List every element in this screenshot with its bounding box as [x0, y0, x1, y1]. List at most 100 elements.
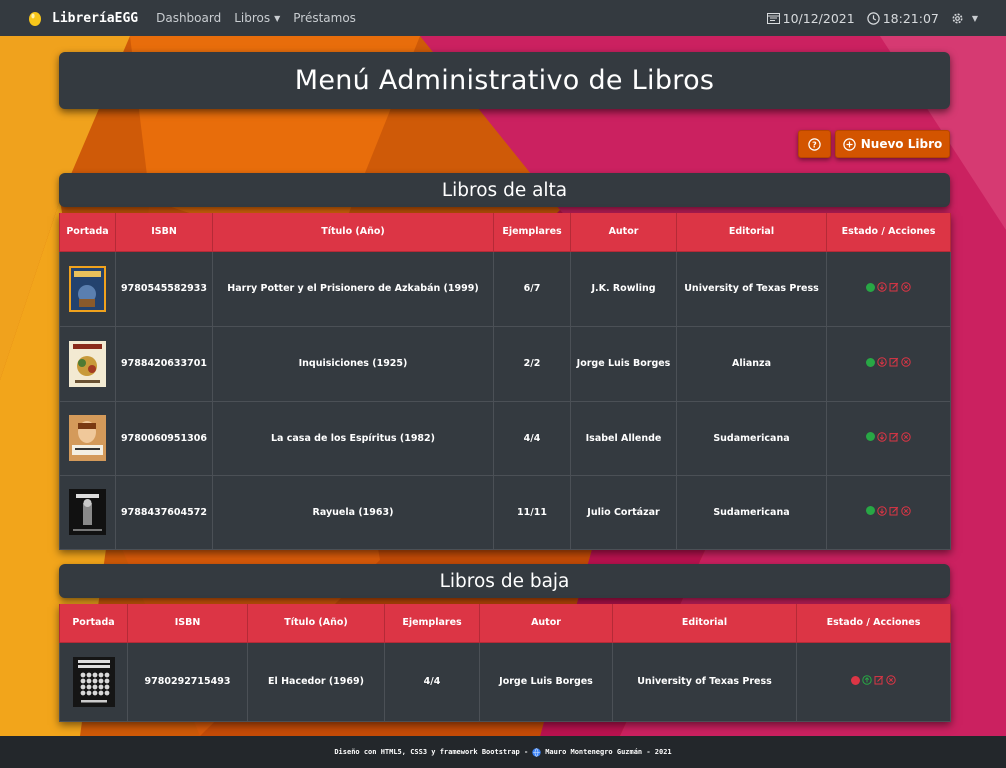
help-button[interactable]: ?	[798, 130, 831, 158]
book-cover-image[interactable]	[69, 340, 106, 387]
edit-icon[interactable]	[889, 357, 899, 367]
arrow-down-circle-icon[interactable]	[877, 357, 887, 367]
caret-down-icon: ▼	[971, 13, 978, 23]
column-header[interactable]: Portada	[59, 604, 128, 643]
table-header-row: Portada ISBN Título (Año) Ejemplares Aut…	[59, 213, 951, 252]
column-header[interactable]: Estado / Acciones	[796, 604, 951, 643]
isbn-cell: 9780545582933	[115, 250, 213, 327]
title-cell: La casa de los Espíritus (1982)	[212, 400, 494, 476]
date-display: 10/12/2021	[766, 10, 855, 26]
nav-item-dashboard[interactable]: Dashboard	[156, 11, 221, 25]
column-header[interactable]: Autor	[479, 604, 613, 643]
copies-cell: 2/2	[493, 325, 571, 402]
footer-author-text: Mauro Montenegro Guzmán - 2021	[545, 748, 672, 756]
books-active-table: Portada ISBN Título (Año) Ejemplares Aut…	[59, 213, 951, 550]
page-title: Menú Administrativo de Libros	[294, 65, 715, 96]
settings-dropdown[interactable]: ▼	[951, 12, 978, 25]
column-header[interactable]: Ejemplares	[384, 604, 480, 643]
column-header[interactable]: Autor	[570, 213, 677, 252]
title-cell: Rayuela (1963)	[212, 474, 494, 550]
column-header[interactable]: Ejemplares	[493, 213, 571, 252]
book-cover-image[interactable]	[69, 415, 106, 461]
isbn-cell: 9780060951306	[115, 400, 213, 476]
edit-icon[interactable]	[889, 506, 899, 516]
brand-name: LibreríaEGG	[52, 10, 139, 26]
section-heading-alta: Libros de alta	[59, 173, 950, 207]
egg-logo-icon	[29, 12, 41, 26]
column-header[interactable]: Estado / Acciones	[826, 213, 951, 252]
isbn-cell: 9788437604572	[115, 474, 213, 550]
delete-x-icon[interactable]	[901, 357, 911, 367]
time-display: 18:21:07	[867, 11, 939, 26]
book-cover-image[interactable]	[69, 265, 106, 312]
cover-cell	[59, 641, 128, 722]
delete-x-icon[interactable]	[901, 506, 911, 516]
caret-down-icon: ▼	[274, 13, 281, 23]
arrow-down-circle-icon[interactable]	[877, 282, 887, 292]
svg-text:?: ?	[812, 140, 817, 149]
new-book-button[interactable]: Nuevo Libro	[835, 130, 950, 158]
nav-item-label: Préstamos	[293, 11, 356, 25]
nav-item-libros[interactable]: Libros ▼	[234, 11, 280, 25]
table-header-row: Portada ISBN Título (Año) Ejemplares Aut…	[59, 604, 951, 643]
footer-credit-text: Diseño con HTML5, CSS3 y framework Boots…	[334, 748, 529, 756]
author-cell: Isabel Allende	[570, 400, 677, 476]
time-text: 18:21:07	[882, 10, 939, 26]
author-cell: Jorge Luis Borges	[479, 641, 613, 722]
column-header[interactable]: ISBN	[127, 604, 248, 643]
publisher-cell: Alianza	[676, 325, 827, 402]
title-cell: El Hacedor (1969)	[247, 641, 385, 722]
column-header[interactable]: Editorial	[676, 213, 827, 252]
status-active-dot	[866, 432, 875, 442]
publisher-cell: Sudamericana	[676, 474, 827, 550]
page-footer: Diseño con HTML5, CSS3 y framework Boots…	[0, 736, 1006, 768]
status-inactive-dot	[851, 675, 860, 685]
table-row: 9780060951306 La casa de los Espíritus (…	[59, 400, 951, 476]
arrow-up-circle-icon[interactable]	[862, 675, 872, 685]
column-header[interactable]: Título (Año)	[247, 604, 385, 643]
brand[interactable]: LibreríaEGG	[28, 10, 138, 26]
table-row: 9780292715493 El Hacedor (1969) 4/4 Jorg…	[59, 641, 951, 722]
date-text: 10/12/2021	[782, 10, 855, 26]
author-cell: Jorge Luis Borges	[570, 325, 677, 402]
column-header[interactable]: Título (Año)	[212, 213, 494, 252]
navbar-right: 10/12/2021 18:21:07 ▼	[766, 10, 978, 26]
copies-cell: 4/4	[384, 641, 480, 722]
book-cover-image[interactable]	[72, 656, 115, 707]
arrow-down-circle-icon[interactable]	[877, 506, 887, 516]
delete-x-icon[interactable]	[886, 675, 896, 685]
cover-cell	[59, 250, 116, 327]
column-header[interactable]: Portada	[59, 213, 116, 252]
plus-circle-icon	[843, 137, 856, 151]
table-row: 9788437604572 Rayuela (1963) 11/11 Julio…	[59, 474, 951, 550]
question-icon: ?	[808, 137, 821, 151]
nav-item-prestamos[interactable]: Préstamos	[293, 11, 356, 25]
nav-item-label: Dashboard	[156, 11, 222, 25]
edit-icon[interactable]	[889, 282, 899, 292]
column-header[interactable]: Editorial	[612, 604, 797, 643]
actions-cell	[826, 325, 951, 402]
gear-icon	[952, 13, 963, 23]
column-header[interactable]: ISBN	[115, 213, 213, 252]
edit-icon[interactable]	[889, 432, 899, 442]
nav-item-label: Libros	[234, 11, 271, 25]
top-navbar: LibreríaEGG Dashboard Libros ▼ Préstamos…	[0, 0, 1006, 36]
status-active-dot	[866, 506, 875, 516]
book-cover-image[interactable]	[69, 489, 106, 535]
isbn-cell: 9788420633701	[115, 325, 213, 402]
arrow-down-circle-icon[interactable]	[877, 432, 887, 442]
delete-x-icon[interactable]	[901, 282, 911, 292]
books-inactive-table: Portada ISBN Título (Año) Ejemplares Aut…	[59, 604, 951, 722]
cover-cell	[59, 400, 116, 476]
edit-icon[interactable]	[874, 675, 884, 685]
section-heading-baja: Libros de baja	[59, 564, 950, 598]
copies-cell: 6/7	[493, 250, 571, 327]
title-cell: Harry Potter y el Prisionero de Azkabán …	[212, 250, 494, 327]
globe-icon[interactable]	[532, 747, 541, 757]
actions-cell	[826, 474, 951, 550]
actions-cell	[826, 250, 951, 327]
calendar-icon	[766, 12, 780, 24]
table-row: 9788420633701 Inquisiciones (1925) 2/2 J…	[59, 325, 951, 402]
delete-x-icon[interactable]	[901, 432, 911, 442]
section-heading-text: Libros de baja	[439, 570, 570, 592]
